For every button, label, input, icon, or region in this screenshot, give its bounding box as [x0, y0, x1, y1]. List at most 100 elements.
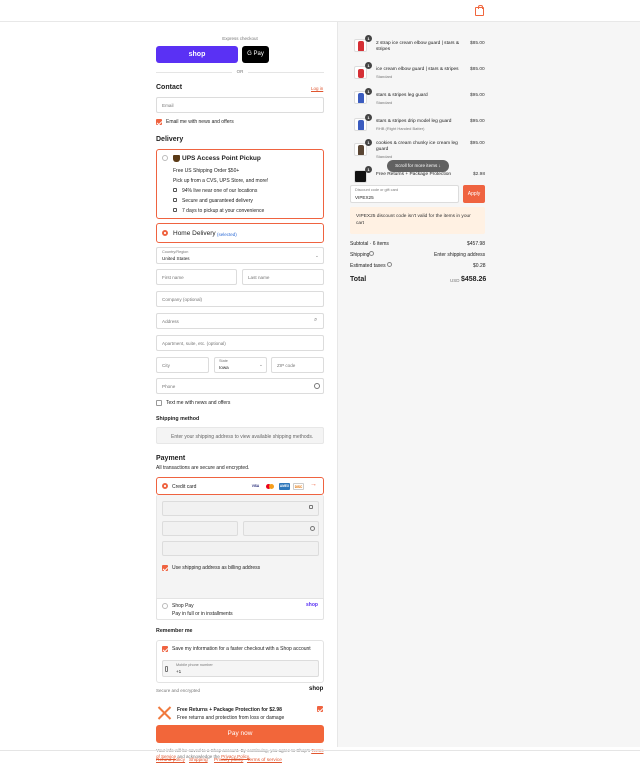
visa-icon: VISA	[250, 483, 261, 490]
search-icon: ⌕	[314, 317, 318, 323]
item-variant: RHB (Right Handed Batter)	[376, 126, 425, 131]
item-price: $2.98	[473, 172, 486, 177]
currency-label: USD	[450, 278, 460, 283]
quantity-badge: 1	[365, 139, 372, 146]
ups-pickup-option[interactable]: UPS Access Point Pickup Free US Shipping…	[156, 149, 324, 219]
shop-pay-option[interactable]: Shop Pay Pay in full or in installments …	[156, 598, 324, 620]
item-variant: Standard	[376, 154, 393, 159]
item-title: stars & stripes drip model leg guard	[376, 119, 452, 124]
discount-field[interactable]: Discount code or gift card VIPEX25	[350, 185, 459, 203]
item-price: $95.00	[470, 141, 485, 146]
total-value: $458.26	[461, 276, 487, 283]
country-select[interactable]: Country/Region United States ⌄	[156, 247, 324, 264]
email-placeholder: Email	[162, 103, 174, 108]
billing-checkbox[interactable]	[162, 565, 168, 571]
card-number-field[interactable]	[162, 501, 319, 516]
mastercard-icon	[265, 483, 276, 490]
apartment-field[interactable]: Apartment, suite, etc. (optional)	[156, 335, 324, 351]
zip-placeholder: ZIP code	[277, 363, 296, 368]
credit-card-radio[interactable]	[162, 483, 168, 489]
protection-subtitle: Free returns and protection from loss or…	[177, 715, 285, 721]
text-news-label: Text me with news and offers	[166, 400, 231, 406]
address-placeholder: Address	[162, 319, 179, 324]
item-price: $95.00	[470, 119, 485, 124]
help-icon[interactable]	[369, 251, 374, 256]
company-field[interactable]: Company (optional)	[156, 291, 324, 307]
expiry-field[interactable]	[162, 521, 238, 536]
help-icon[interactable]	[314, 383, 320, 389]
ups-bullet-3: 7 days to pickup at your convenience	[182, 208, 265, 214]
payment-subtitle: All transactions are secure and encrypte…	[156, 465, 250, 471]
subtotal-value: $457.98	[467, 241, 486, 247]
login-link[interactable]: Log in	[311, 86, 323, 91]
security-code-field[interactable]	[243, 521, 319, 536]
or-label: OR	[232, 69, 248, 74]
amex-icon: AMEX	[279, 483, 290, 490]
shop-pay-button[interactable]: shop	[156, 46, 238, 63]
google-pay-button[interactable]: G Pay	[242, 46, 269, 63]
discount-error-text: VIPEX25 discount code isn't valid for th…	[356, 214, 471, 226]
remember-heading: Remember me	[156, 628, 193, 634]
zip-field[interactable]: ZIP code	[271, 357, 324, 373]
shipping-label: Shipping	[350, 252, 370, 258]
phone-icon	[165, 666, 168, 672]
shop-logo: shop	[309, 686, 324, 692]
ups-radio[interactable]	[162, 155, 168, 161]
email-news-label: Email me with news and offers	[166, 119, 234, 125]
ups-title: UPS Access Point Pickup	[182, 155, 261, 162]
item-title: 2 strap ice cream elbow guard | stars & …	[376, 41, 460, 52]
help-icon[interactable]	[387, 262, 392, 267]
checkout-form: Express checkout shop G Pay OR Contact L…	[0, 22, 337, 759]
shop-pay-subtitle: Pay in full or in installments	[172, 611, 233, 617]
chevron-down-icon: ⌄	[315, 253, 319, 258]
ups-logo-icon	[173, 155, 180, 162]
state-select[interactable]: State Iowa ⌄	[214, 357, 267, 373]
quantity-badge: 1	[365, 62, 372, 69]
chevron-down-icon: ⌄	[259, 362, 263, 367]
email-field[interactable]: Email	[156, 97, 324, 113]
shop-pay-radio[interactable]	[162, 603, 168, 609]
name-on-card-field[interactable]	[162, 541, 319, 556]
item-price: $95.00	[470, 93, 485, 98]
last-name-field[interactable]: Last name	[242, 269, 324, 285]
text-news-checkbox[interactable]	[156, 400, 162, 406]
phone-placeholder: Phone	[162, 384, 176, 389]
credit-card-option[interactable]: Credit card VISA AMEX DISC →	[156, 477, 324, 495]
state-value: Iowa	[219, 365, 229, 370]
remember-label: Save my information for a faster checkou…	[172, 646, 311, 652]
credit-card-label: Credit card	[172, 484, 197, 490]
scroll-more-button[interactable]: Scroll for more items ↓	[387, 160, 449, 172]
shipping-method-message: Enter your shipping address to view avai…	[171, 434, 314, 440]
address-field[interactable]: Address ⌕	[156, 313, 324, 329]
remember-checkbox[interactable]	[162, 646, 168, 652]
secure-label: Secure and encrypted	[156, 688, 201, 693]
mobile-phone-field[interactable]: Mobile phone number +1	[162, 660, 319, 677]
protection-icon	[156, 705, 172, 720]
footer-shipping-link[interactable]: Shipping	[189, 758, 208, 763]
protection-checkbox[interactable]	[317, 706, 323, 712]
discount-label: Discount code or gift card	[355, 188, 399, 192]
item-variant: Standard	[376, 100, 393, 105]
apply-button[interactable]: Apply	[463, 185, 485, 203]
city-placeholder: City	[162, 363, 170, 368]
lock-icon	[309, 505, 313, 509]
first-name-field[interactable]: First name	[156, 269, 237, 285]
last-name-placeholder: Last name	[248, 275, 270, 280]
home-delivery-option[interactable]: Home Delivery (selected)	[156, 223, 324, 243]
shopping-bag-icon[interactable]	[475, 5, 484, 16]
email-news-checkbox[interactable]	[156, 119, 162, 125]
home-delivery-radio[interactable]	[162, 230, 168, 236]
footer-terms-link[interactable]: Terms of service	[247, 758, 282, 763]
pay-now-button[interactable]: Pay now	[156, 725, 324, 743]
help-icon[interactable]	[310, 526, 315, 531]
footer-privacy-link[interactable]: Privacy policy	[214, 758, 243, 763]
item-price: $85.00	[470, 41, 485, 46]
remember-panel: Save my information for a faster checkou…	[156, 640, 324, 683]
ups-line-1: Free US Shipping Order $50+	[173, 168, 240, 174]
tax-value: $0.28	[473, 263, 486, 269]
phone-field[interactable]: Phone	[156, 378, 324, 394]
city-field[interactable]: City	[156, 357, 209, 373]
top-bar	[0, 0, 640, 22]
footer-refund-link[interactable]: Refund policy	[156, 758, 185, 763]
company-placeholder: Company (optional)	[162, 297, 203, 302]
